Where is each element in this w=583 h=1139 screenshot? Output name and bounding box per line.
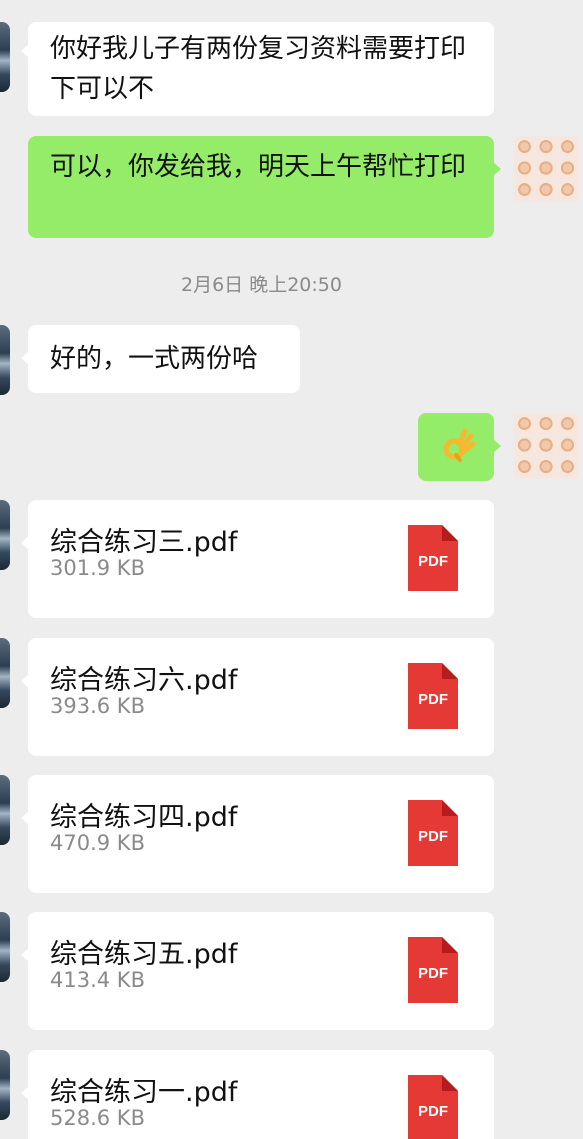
received-message-bubble[interactable]: 你好我儿子有两份复习资料需要打印下可以不 — [21, 22, 494, 116]
pdf-file-icon: PDF — [408, 525, 458, 591]
contact-avatar[interactable] — [0, 325, 10, 395]
contact-avatar[interactable] — [0, 1050, 10, 1120]
pdf-file-icon: PDF — [408, 1075, 458, 1139]
file-message-card[interactable]: 综合练习一.pdf 528.6 KB PDF — [21, 1050, 494, 1139]
file-name: 综合练习六.pdf — [50, 665, 238, 696]
contact-avatar[interactable] — [0, 912, 10, 982]
chat-header — [0, 0, 583, 14]
message-text: 可以，你发给我，明天上午帮忙打印 — [50, 152, 467, 182]
pdf-file-icon: PDF — [408, 800, 458, 866]
file-message-card[interactable]: 综合练习六.pdf 393.6 KB PDF — [21, 638, 494, 756]
chat-scroll-area[interactable]: 你好我儿子有两份复习资料需要打印下可以不 可以，你发给我，明天上午帮忙打印 2月… — [0, 0, 583, 1139]
file-name: 综合练习三.pdf — [50, 527, 238, 558]
pdf-file-icon: PDF — [408, 663, 458, 729]
file-name: 综合练习四.pdf — [50, 802, 238, 833]
file-size: 413.4 KB — [50, 968, 145, 992]
file-message-card[interactable]: 综合练习四.pdf 470.9 KB PDF — [21, 775, 494, 893]
file-name: 综合练习五.pdf — [50, 939, 238, 970]
pdf-file-icon: PDF — [408, 937, 458, 1003]
contact-avatar[interactable] — [0, 775, 10, 845]
sent-emoji-bubble[interactable] — [418, 413, 501, 481]
my-avatar[interactable] — [513, 136, 579, 202]
file-size: 301.9 KB — [50, 556, 145, 580]
contact-avatar[interactable] — [0, 638, 10, 708]
contact-avatar[interactable] — [0, 500, 10, 570]
message-text: 好的，一式两份哈 — [50, 344, 259, 374]
my-avatar[interactable] — [513, 413, 579, 479]
sent-message-bubble[interactable]: 可以，你发给我，明天上午帮忙打印 — [28, 136, 501, 238]
file-message-card[interactable]: 综合练习三.pdf 301.9 KB PDF — [21, 500, 494, 618]
file-size: 528.6 KB — [50, 1106, 145, 1130]
file-size: 470.9 KB — [50, 831, 145, 855]
ok-hand-emoji-icon — [443, 428, 476, 462]
message-text: 你好我儿子有两份复习资料需要打印下可以不 — [50, 34, 467, 104]
file-name: 综合练习一.pdf — [50, 1077, 238, 1108]
contact-avatar[interactable] — [0, 22, 10, 92]
message-timestamp: 2月6日 晚上20:50 — [181, 274, 342, 296]
received-message-bubble[interactable]: 好的，一式两份哈 — [21, 325, 300, 393]
file-message-card[interactable]: 综合练习五.pdf 413.4 KB PDF — [21, 912, 494, 1030]
file-size: 393.6 KB — [50, 694, 145, 718]
